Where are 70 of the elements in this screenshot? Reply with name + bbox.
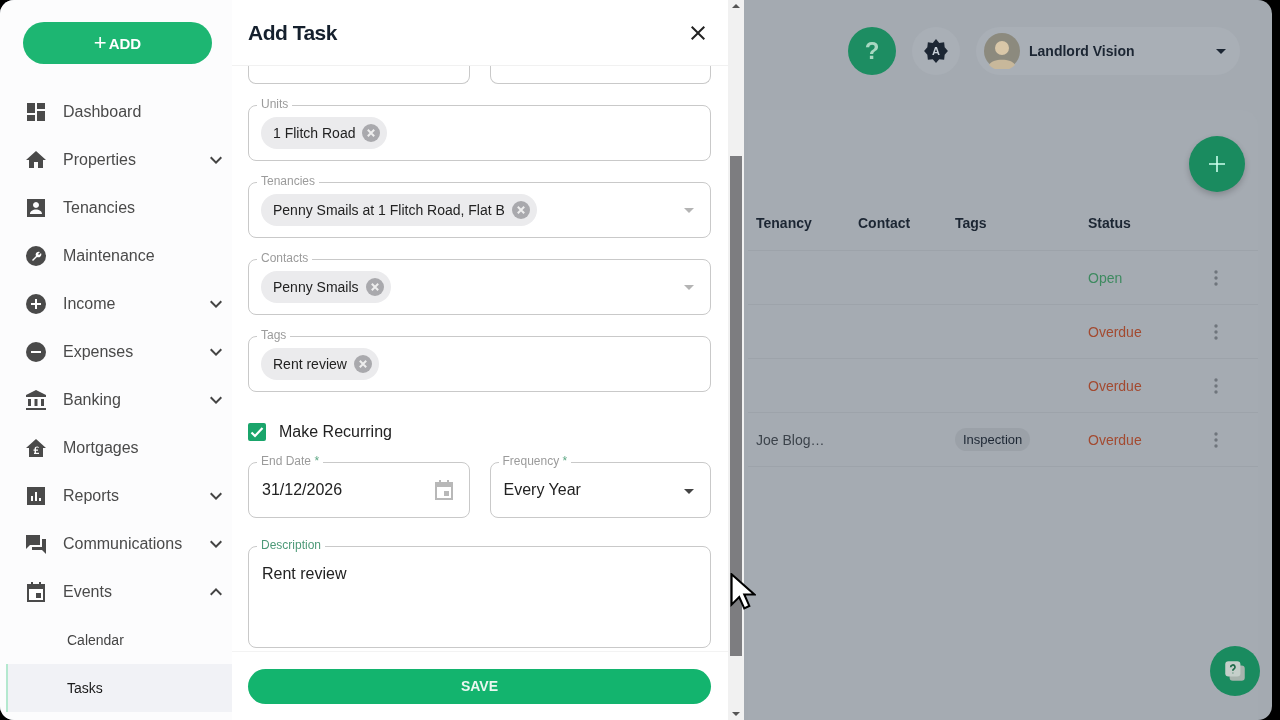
nav-item[interactable]: Events bbox=[0, 568, 232, 616]
column-header: Tags bbox=[955, 215, 988, 231]
plus-icon bbox=[1209, 156, 1225, 172]
dashboard-icon bbox=[24, 100, 48, 124]
input-field[interactable] bbox=[489, 66, 711, 84]
nav-item[interactable]: Dashboard bbox=[0, 88, 232, 136]
wrench-icon bbox=[24, 244, 48, 268]
nav-item[interactable]: Communications bbox=[0, 520, 232, 568]
chat-help-icon bbox=[1222, 658, 1248, 684]
more-icon bbox=[1214, 269, 1218, 286]
bar-chart-icon bbox=[24, 484, 48, 508]
column-header: Status bbox=[1088, 215, 1132, 231]
chip[interactable]: Penny Smails at 1 Flitch Road, Flat B bbox=[261, 194, 537, 226]
field-label: Tags bbox=[257, 328, 291, 343]
column-header: Tenancy bbox=[756, 215, 813, 231]
dropdown-arrow-icon bbox=[684, 285, 694, 290]
scrollbar[interactable] bbox=[728, 0, 744, 720]
dropdown-arrow-icon bbox=[684, 208, 694, 213]
user-name: Landlord Vision bbox=[1029, 43, 1136, 59]
nav-subitem[interactable]: Tasks bbox=[6, 664, 232, 712]
status-text: Overdue bbox=[1088, 377, 1142, 394]
nav-item[interactable]: Maintenance bbox=[0, 232, 232, 280]
person-card-icon bbox=[24, 196, 48, 220]
scrollbar-thumb[interactable] bbox=[730, 156, 742, 656]
remove-icon bbox=[365, 278, 384, 296]
tag: Inspection bbox=[955, 428, 1031, 451]
remove-icon bbox=[362, 124, 381, 142]
checkbox[interactable] bbox=[248, 423, 266, 441]
dialog-title: Add Task bbox=[248, 20, 337, 45]
nav-item[interactable]: Properties bbox=[0, 136, 232, 184]
field-label: Description bbox=[257, 538, 326, 553]
remove-icon bbox=[353, 355, 372, 373]
badge-icon: A bbox=[923, 38, 949, 64]
chip[interactable]: Penny Smails bbox=[261, 271, 391, 303]
input-field[interactable] bbox=[248, 66, 470, 84]
nav-item[interactable]: Tenancies bbox=[0, 184, 232, 232]
bank-icon bbox=[24, 388, 48, 412]
avatar bbox=[984, 33, 1020, 69]
nav-item[interactable]: Expenses bbox=[0, 328, 232, 376]
remove-icon bbox=[511, 201, 530, 219]
plus-circle-icon bbox=[24, 292, 48, 316]
field-label: Frequency * bbox=[498, 454, 572, 469]
nav-item[interactable]: Reports bbox=[0, 472, 232, 520]
more-icon bbox=[1214, 377, 1218, 394]
scroll-up-icon bbox=[732, 4, 740, 8]
chat-bubbles-icon bbox=[24, 532, 48, 556]
column-header: Contact bbox=[858, 215, 912, 231]
more-icon bbox=[1214, 323, 1218, 340]
calendar-icon bbox=[24, 580, 48, 604]
checkbox-label: Make Recurring bbox=[279, 423, 392, 441]
caret-icon bbox=[1216, 48, 1226, 54]
theme-button[interactable]: A bbox=[912, 27, 960, 75]
add-button[interactable] bbox=[1189, 136, 1245, 192]
minus-circle-icon bbox=[24, 340, 48, 364]
table-cell: Joe Blog… bbox=[756, 431, 825, 448]
chip[interactable]: Rent review bbox=[261, 348, 379, 380]
nav-item[interactable]: Mortgages bbox=[0, 424, 232, 472]
nav-item[interactable]: Income bbox=[0, 280, 232, 328]
mouse-pointer-icon bbox=[730, 573, 756, 611]
status-text: Overdue bbox=[1088, 431, 1142, 448]
scroll-down-icon bbox=[732, 712, 740, 716]
status-text: Open bbox=[1088, 269, 1123, 286]
chip[interactable]: 1 Flitch Road bbox=[261, 117, 388, 149]
nav-item[interactable]: Banking bbox=[0, 376, 232, 424]
more-icon bbox=[1214, 431, 1218, 448]
nav-subitem[interactable]: Calendar bbox=[0, 616, 232, 664]
user-menu[interactable]: Landlord Vision bbox=[976, 27, 1240, 75]
house-pound-icon bbox=[24, 436, 48, 460]
status-text: Overdue bbox=[1088, 323, 1142, 340]
dropdown-arrow-icon bbox=[684, 489, 694, 494]
